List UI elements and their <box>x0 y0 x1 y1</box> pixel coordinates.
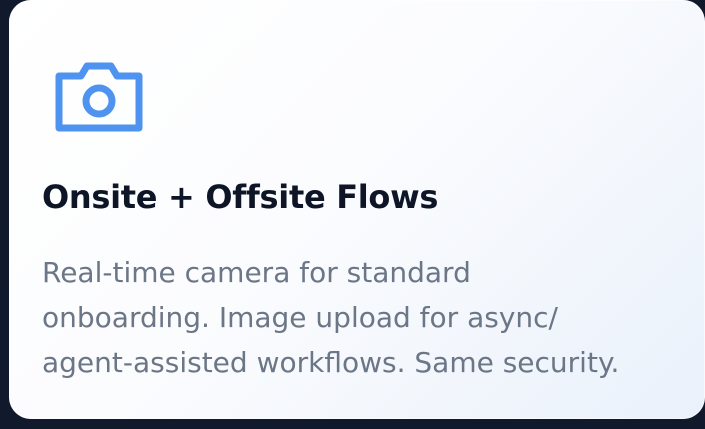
card-title: Onsite + Offsite Flows <box>42 178 439 216</box>
description-line: onboarding. Image upload for async/ <box>42 301 558 334</box>
card-description: Real-time camera for standard onboarding… <box>42 250 682 385</box>
description-line: Real-time camera for standard <box>42 256 471 289</box>
description-line: agent-assisted workflows. Same security. <box>42 346 620 379</box>
feature-card: Onsite + Offsite Flows Real-time camera … <box>9 0 705 419</box>
camera-icon <box>53 60 145 134</box>
page-background: Onsite + Offsite Flows Real-time camera … <box>0 0 705 429</box>
